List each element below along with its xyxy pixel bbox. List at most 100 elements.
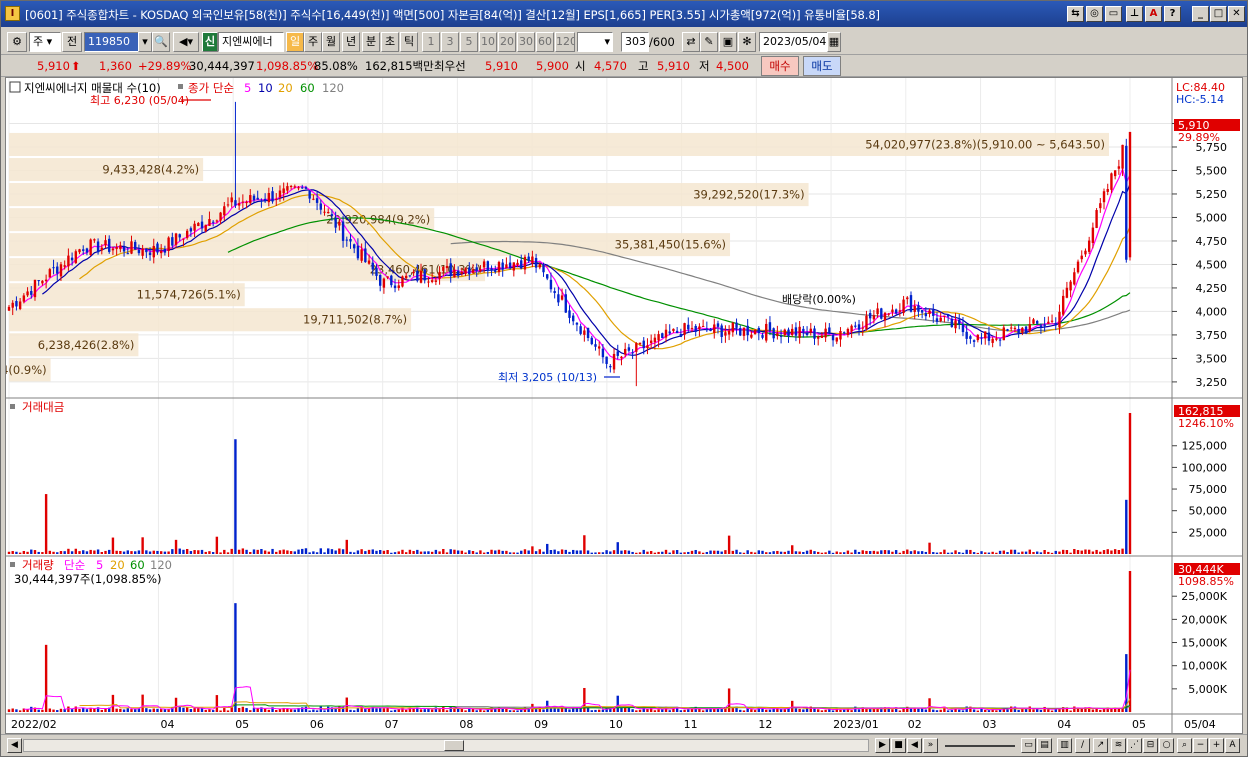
candle-body bbox=[390, 275, 393, 286]
volume-tick-label: 15,000K bbox=[1181, 637, 1227, 650]
tab-minute[interactable]: 분 bbox=[362, 32, 380, 52]
all-button[interactable]: 전 bbox=[62, 32, 82, 52]
chart-area[interactable]: 54,020,977(23.8%)(5,910.00 ~ 5,643.50) 39… bbox=[5, 77, 1243, 734]
date-input[interactable]: 2023/05/04 bbox=[759, 32, 829, 52]
price-change: 1,360 bbox=[99, 59, 132, 73]
amount-bar bbox=[230, 548, 233, 554]
tab-tick[interactable]: 틱 bbox=[400, 32, 418, 52]
low-note: 최저 3,205 (10/13) bbox=[498, 371, 597, 384]
scroll-left-icon[interactable]: ◀ bbox=[7, 738, 22, 753]
window-icon[interactable]: ▭ bbox=[1105, 6, 1122, 22]
horizontal-scrollbar[interactable] bbox=[23, 739, 869, 752]
amount-bar bbox=[527, 550, 530, 554]
candle-body bbox=[419, 271, 423, 283]
custom-period-select[interactable]: ▾ bbox=[577, 32, 613, 52]
market-select[interactable]: 주 ▾ bbox=[29, 32, 61, 52]
minute-20[interactable]: 20 bbox=[498, 32, 516, 52]
count-input[interactable]: 303 bbox=[621, 32, 649, 52]
candle-body bbox=[824, 328, 827, 338]
amount-bar bbox=[523, 549, 527, 554]
amount-bar bbox=[813, 551, 816, 554]
sync-icon[interactable]: ◎ bbox=[1086, 6, 1103, 22]
layout-1-icon[interactable]: ▭ bbox=[1021, 738, 1036, 753]
candle-body bbox=[364, 248, 367, 263]
amount-bar bbox=[575, 550, 579, 554]
minute-30[interactable]: 30 bbox=[517, 32, 535, 52]
layout-2-icon[interactable]: ▤ bbox=[1037, 738, 1052, 753]
help-icon[interactable]: ? bbox=[1164, 6, 1181, 22]
calendar-icon[interactable]: ▦ bbox=[827, 32, 841, 52]
stop-icon[interactable]: ■ bbox=[891, 738, 906, 753]
minute-60[interactable]: 60 bbox=[536, 32, 554, 52]
gear-icon[interactable]: ✻ bbox=[738, 32, 756, 52]
settings-icon[interactable]: ⚙ bbox=[7, 32, 27, 52]
amount-bar bbox=[1080, 550, 1083, 554]
buy-button[interactable]: 매수 bbox=[761, 56, 799, 76]
tab-second[interactable]: 초 bbox=[381, 32, 399, 52]
minute-5[interactable]: 5 bbox=[460, 32, 478, 52]
draw-fib-icon[interactable]: ≋ bbox=[1111, 738, 1126, 753]
candle-body bbox=[661, 333, 664, 339]
draw-circle-icon[interactable]: ○ bbox=[1159, 738, 1174, 753]
scrollbar-thumb[interactable] bbox=[444, 740, 464, 751]
amount-bar bbox=[846, 550, 850, 554]
volume-bar bbox=[56, 710, 59, 712]
minimize-button[interactable]: _ bbox=[1192, 6, 1209, 22]
amount-bar bbox=[861, 550, 864, 554]
draw-trend-icon[interactable]: ↗ bbox=[1093, 738, 1108, 753]
draw-line-icon[interactable]: ∕ bbox=[1075, 738, 1090, 753]
minute-10[interactable]: 10 bbox=[479, 32, 497, 52]
amount-bar bbox=[661, 551, 664, 554]
amount-bar bbox=[868, 551, 872, 554]
candle-body bbox=[171, 237, 174, 246]
code-input[interactable]: 119850 bbox=[84, 32, 139, 52]
sell-button[interactable]: 매도 bbox=[803, 56, 841, 76]
speaker-icon[interactable]: ◀▾ bbox=[173, 32, 199, 52]
stock-name-field[interactable]: 지엔씨에너 bbox=[218, 32, 284, 52]
candle-body bbox=[70, 257, 74, 261]
close-button[interactable]: ✕ bbox=[1228, 6, 1245, 22]
pin-icon[interactable]: ⊥ bbox=[1126, 6, 1143, 22]
maximize-button[interactable]: □ bbox=[1210, 6, 1227, 22]
font-icon[interactable]: A bbox=[1145, 6, 1162, 22]
save-icon[interactable]: ▣ bbox=[719, 32, 737, 52]
volume-bar bbox=[657, 709, 660, 712]
zoom-out-icon[interactable]: − bbox=[1193, 738, 1208, 753]
tab-week[interactable]: 주 bbox=[304, 32, 322, 52]
candle-body bbox=[750, 334, 753, 338]
step-back-icon[interactable]: ◀ bbox=[907, 738, 922, 753]
amount-bar bbox=[197, 550, 200, 554]
search-icon[interactable]: 🔍 bbox=[152, 32, 170, 52]
zoom-icon[interactable]: ⌕ bbox=[1177, 738, 1192, 753]
fast-forward-icon[interactable]: » bbox=[923, 738, 938, 753]
code-dropdown-icon[interactable]: ▾ bbox=[138, 32, 152, 52]
candle-body bbox=[315, 198, 319, 203]
play-icon[interactable]: ▶ bbox=[875, 738, 890, 753]
panel-menu-icon[interactable] bbox=[9, 81, 21, 93]
draw-box-icon[interactable]: ⊟ bbox=[1143, 738, 1158, 753]
zoom-slider[interactable] bbox=[945, 745, 1015, 747]
tab-year[interactable]: 년 bbox=[342, 32, 360, 52]
draw-channel-icon[interactable]: ⋰ bbox=[1127, 738, 1142, 753]
minute-1[interactable]: 1 bbox=[422, 32, 440, 52]
scroll-icon[interactable]: ⇄ bbox=[682, 32, 700, 52]
candle-body bbox=[1021, 327, 1024, 333]
minute-120[interactable]: 120 bbox=[555, 32, 575, 52]
volume-bar bbox=[219, 710, 222, 712]
volume-tick-label: 5,000K bbox=[1188, 683, 1227, 696]
candle-body bbox=[1061, 295, 1065, 315]
link-icon[interactable]: ⇆ bbox=[1067, 6, 1084, 22]
volume-bar bbox=[182, 707, 185, 712]
tool-icon[interactable]: ✎ bbox=[700, 32, 718, 52]
candle-body bbox=[553, 291, 556, 294]
tab-month[interactable]: 월 bbox=[322, 32, 340, 52]
minute-3[interactable]: 3 bbox=[441, 32, 459, 52]
text-tool-icon[interactable]: A bbox=[1225, 738, 1240, 753]
amount-bar bbox=[70, 551, 74, 554]
tab-day[interactable]: 일 bbox=[286, 32, 304, 52]
amount-bar bbox=[223, 549, 226, 554]
layout-3-icon[interactable]: ▥ bbox=[1057, 738, 1072, 753]
zoom-in-icon[interactable]: + bbox=[1209, 738, 1224, 753]
chart-svg[interactable]: 54,020,977(23.8%)(5,910.00 ~ 5,643.50) 39… bbox=[6, 78, 1242, 733]
amount-bar bbox=[475, 552, 478, 554]
